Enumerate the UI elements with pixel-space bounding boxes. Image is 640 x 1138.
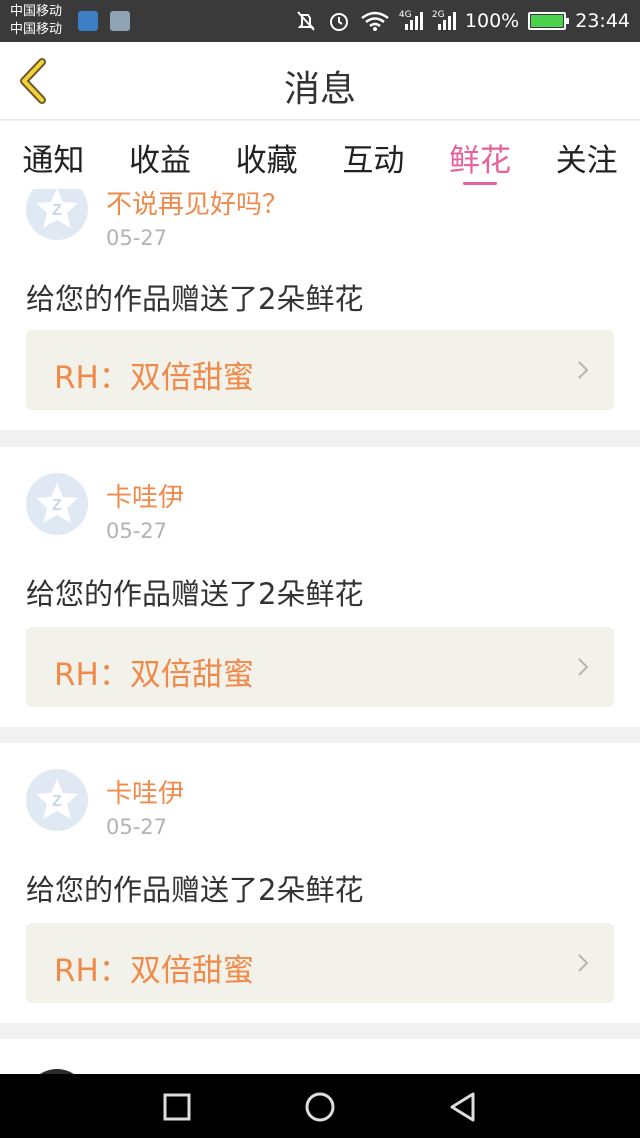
tab-flowers[interactable]: 鲜花	[427, 121, 534, 189]
svg-text:Z: Z	[52, 202, 62, 219]
message-date: 05-27	[106, 226, 168, 250]
clock: 23:44	[575, 10, 630, 32]
sender-name[interactable]: 不说再见好吗？	[106, 189, 288, 221]
tab-bar: 通知 收益 收藏 互动 鲜花 关注	[0, 121, 640, 189]
avatar-placeholder-icon: Z	[36, 779, 78, 819]
chevron-right-icon	[578, 361, 589, 379]
mute-icon	[294, 10, 318, 32]
alarm-icon	[327, 10, 351, 32]
battery-icon	[528, 12, 570, 30]
sender-name[interactable]: 卡哇伊	[106, 477, 184, 514]
message-date: 05-27	[106, 815, 168, 839]
notification-app-icon	[78, 11, 98, 31]
work-title: RH：双倍甜蜜	[54, 360, 254, 396]
sender-name[interactable]: 卡哇伊	[106, 773, 184, 810]
circle-nav-icon[interactable]	[303, 1090, 337, 1124]
work-link[interactable]: RH：双倍甜蜜	[26, 627, 614, 707]
list-item: Z 卡哇伊 05-27 给您的作品赠送了2朵鲜花 RH：双倍甜蜜	[0, 743, 640, 1023]
chevron-right-icon	[578, 658, 589, 676]
tab-follows[interactable]: 关注	[533, 121, 640, 189]
carrier-text: 中国移动 中国移动	[10, 3, 62, 39]
system-nav-bar	[0, 1074, 640, 1138]
gallery-notification-icon	[110, 11, 130, 31]
carrier-1: 中国移动	[10, 4, 63, 19]
square-nav-icon[interactable]	[160, 1090, 194, 1124]
signal-icon: 4G	[399, 10, 423, 32]
tab-notifications[interactable]: 通知	[0, 121, 107, 189]
status-bar: 中国移动 中国移动 4G 2G 100% 23:44	[0, 0, 640, 42]
list-item: Z 卡哇伊 05-27 给您的作品赠送了2朵鲜花 RH：双倍甜蜜	[0, 447, 640, 727]
message-date: 05-27	[106, 519, 168, 543]
avatar[interactable]: Z	[26, 189, 88, 240]
battery-percent: 100%	[464, 10, 520, 32]
wifi-icon	[360, 10, 390, 32]
chevron-right-icon	[578, 954, 589, 972]
avatar[interactable]: Z	[26, 769, 88, 831]
triangle-back-nav-icon[interactable]	[446, 1090, 480, 1124]
tab-earnings[interactable]: 收益	[107, 121, 214, 189]
svg-text:Z: Z	[52, 793, 62, 810]
tab-favorites[interactable]: 收藏	[213, 121, 320, 189]
avatar-placeholder-icon: Z	[36, 189, 78, 228]
message-text: 给您的作品赠送了2朵鲜花	[26, 282, 364, 316]
carrier-2: 中国移动	[10, 22, 63, 37]
avatar-placeholder-icon: Z	[36, 483, 78, 523]
signal-icon-2: 2G	[432, 10, 456, 32]
svg-text:Z: Z	[52, 497, 62, 514]
app-header: 消息	[0, 42, 640, 120]
message-text: 给您的作品赠送了2朵鲜花	[26, 873, 364, 907]
list-item: Z 不说再见好吗？ 05-27 给您的作品赠送了2朵鲜花 RH：双倍甜蜜	[0, 189, 640, 430]
work-link[interactable]: RH：双倍甜蜜	[26, 330, 614, 410]
flower-message-list[interactable]: Z 不说再见好吗？ 05-27 给您的作品赠送了2朵鲜花 RH：双倍甜蜜 Z 卡…	[0, 189, 640, 1074]
message-text: 给您的作品赠送了2朵鲜花	[26, 577, 364, 611]
work-title: RH：双倍甜蜜	[54, 953, 254, 989]
work-link[interactable]: RH：双倍甜蜜	[26, 923, 614, 1003]
page-title: 消息	[283, 69, 356, 110]
work-title: RH：双倍甜蜜	[54, 657, 254, 693]
tab-interactions[interactable]: 互动	[320, 121, 427, 189]
list-item	[0, 1039, 640, 1074]
avatar[interactable]: Z	[26, 473, 88, 535]
